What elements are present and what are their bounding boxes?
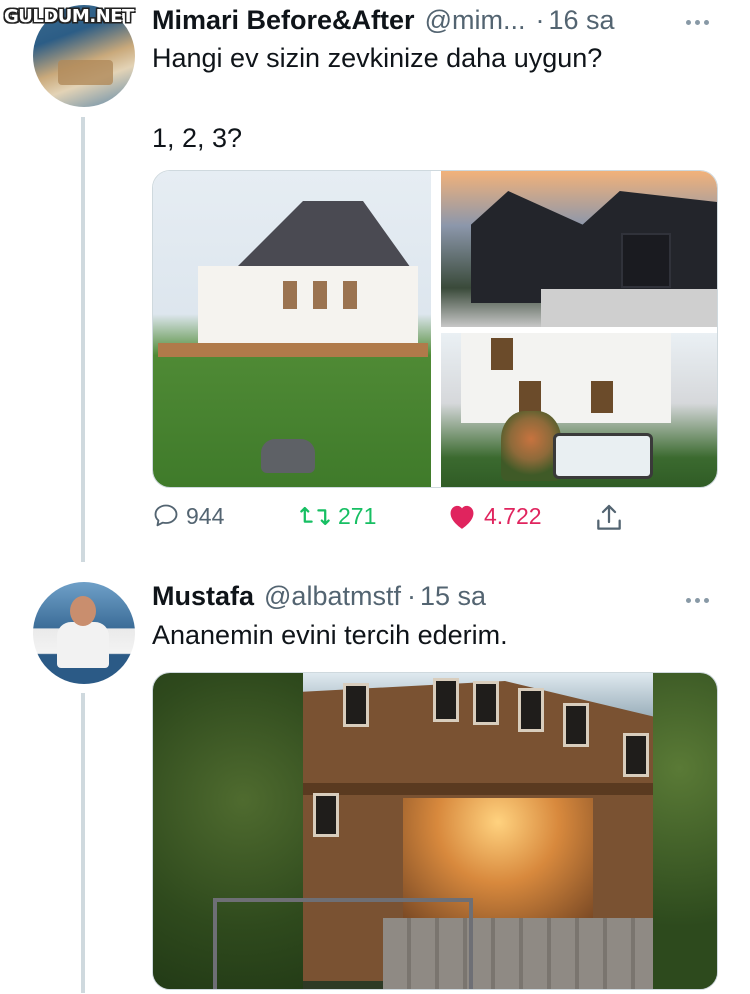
- house-photo-1[interactable]: [153, 171, 431, 487]
- author-handle[interactable]: @albatmstf: [264, 581, 401, 612]
- thread-line: [81, 117, 85, 562]
- timestamp[interactable]: 16 sa: [548, 5, 614, 36]
- watermark: GULDUM.NET: [4, 6, 134, 27]
- house-photo-3[interactable]: [441, 333, 717, 487]
- tweet[interactable]: Mustafa @albatmstf · 15 sa Ananemin evin…: [0, 575, 750, 994]
- heart-icon: [450, 505, 474, 529]
- author-name[interactable]: Mustafa: [152, 581, 254, 612]
- like-button[interactable]: 4.722: [446, 502, 542, 530]
- retweet-button[interactable]: 271: [298, 502, 376, 530]
- author-handle[interactable]: @mim...: [425, 5, 526, 36]
- tweet[interactable]: Mimari Before&After @mim... · 16 sa Hang…: [0, 0, 750, 562]
- author-name[interactable]: Mimari Before&After: [152, 5, 415, 36]
- house-photo-2[interactable]: [441, 171, 717, 327]
- more-options-icon[interactable]: [686, 12, 716, 25]
- timestamp[interactable]: 15 sa: [420, 581, 486, 612]
- tweet-header: Mustafa @albatmstf · 15 sa: [152, 578, 486, 614]
- tweet-actions: 944 271 4.722: [0, 502, 750, 542]
- like-count: 4.722: [484, 502, 542, 529]
- reply-button[interactable]: 944: [152, 502, 224, 530]
- thread-line: [81, 693, 85, 993]
- tweet-text-line: 1, 2, 3?: [152, 123, 243, 153]
- speech-bubble-icon: [154, 504, 178, 527]
- hot-tub: [553, 433, 653, 479]
- tweet-text-line: Hangi ev sizin zevkinize daha uygun?: [152, 43, 603, 73]
- tweet-header: Mimari Before&After @mim... · 16 sa: [152, 2, 615, 38]
- retweet-icon: [300, 506, 330, 526]
- avatar[interactable]: [33, 582, 135, 684]
- separator-dot: ·: [406, 580, 416, 611]
- separator-dot: ·: [535, 4, 545, 35]
- robot-mower: [261, 439, 315, 473]
- more-options-icon[interactable]: [686, 590, 716, 603]
- retweet-count: 271: [338, 502, 377, 529]
- tweet-text-line: Ananemin evini tercih ederim.: [152, 620, 508, 650]
- media-grid: [152, 170, 718, 488]
- share-button[interactable]: [593, 502, 631, 534]
- share-icon: [597, 504, 621, 530]
- reply-count: 944: [186, 502, 225, 529]
- house-photo-wooden[interactable]: [152, 672, 718, 990]
